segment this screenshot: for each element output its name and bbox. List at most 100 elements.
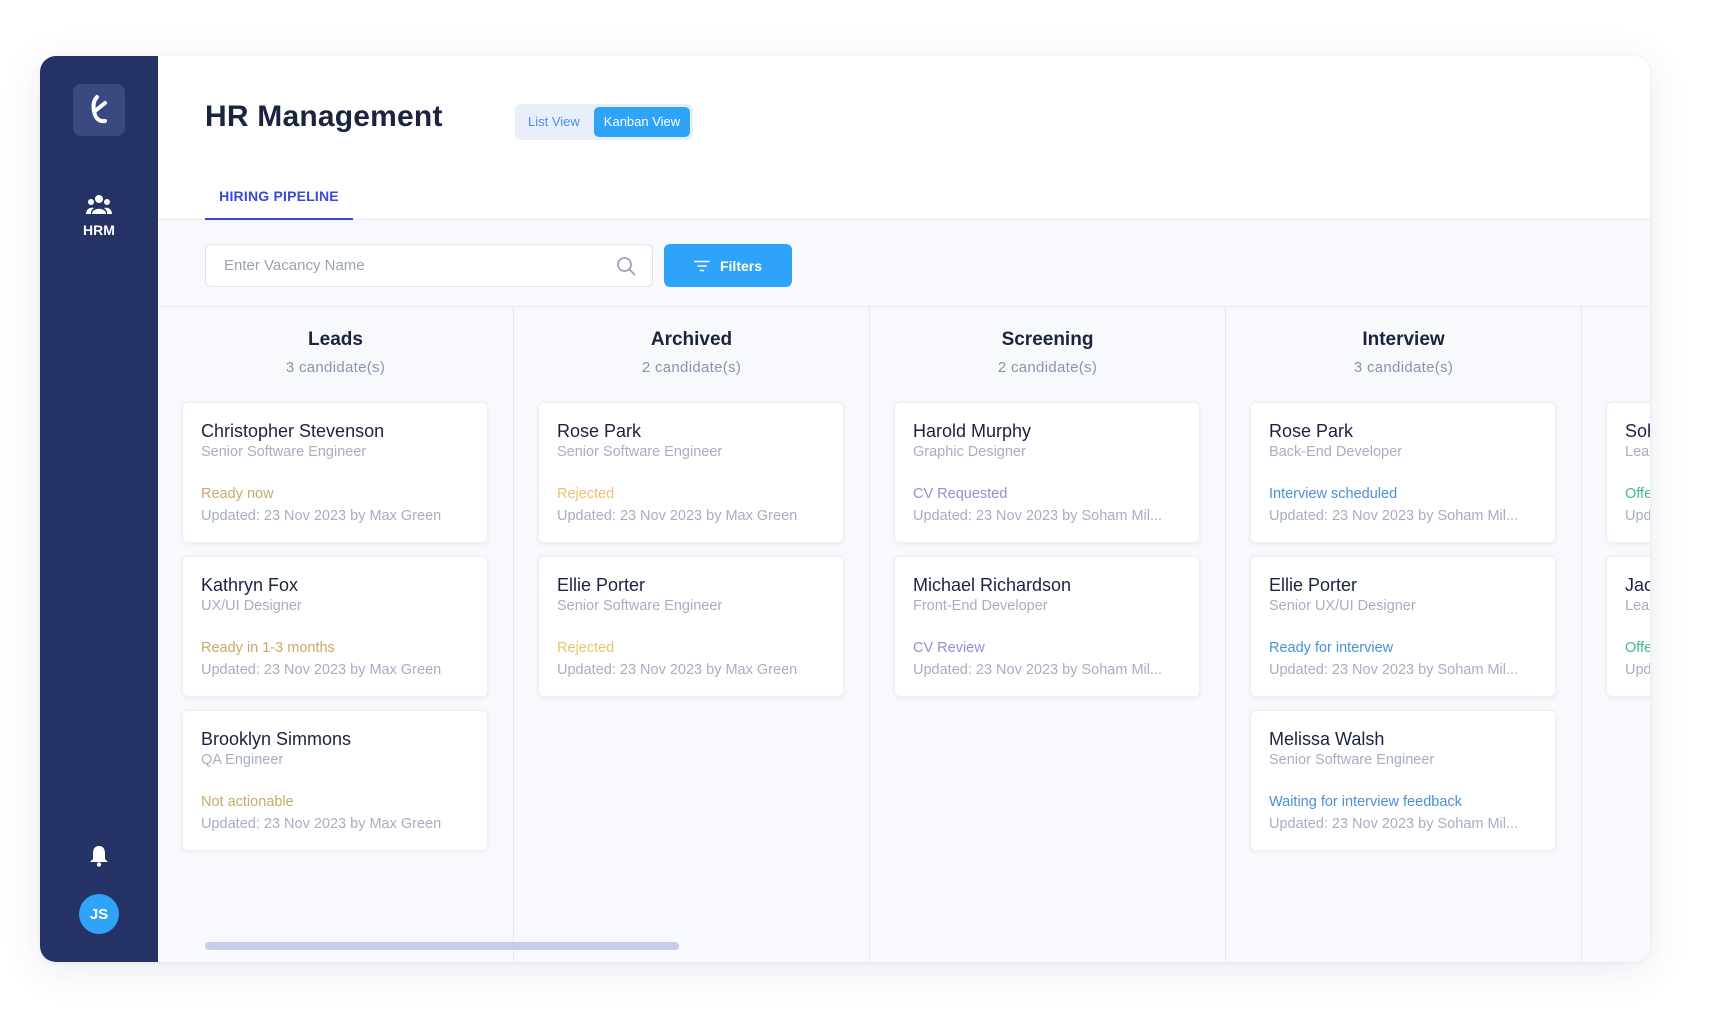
column-header: Archived 2 candidate(s) <box>514 329 869 376</box>
sidebar-item-label: HRM <box>83 222 115 238</box>
candidate-updated: Updated: 23 Nov 2023 by Soham Mil... <box>1269 508 1519 524</box>
filter-icon <box>694 260 710 271</box>
filters-button[interactable]: Filters <box>664 244 792 287</box>
candidate-card[interactable]: Soh Leac Offe Upd <box>1606 402 1650 543</box>
candidate-name: Soh <box>1625 421 1650 441</box>
candidate-card[interactable]: Rose Park Back-End Developer Interview sch… <box>1250 402 1556 543</box>
candidate-name: Rose Park <box>557 421 642 441</box>
column-title: Interview <box>1362 329 1445 350</box>
candidate-role: Senior Software Engineer <box>557 444 723 460</box>
candidate-updated: Updated: 23 Nov 2023 by Max Green <box>557 508 798 524</box>
brand-logo[interactable] <box>73 84 125 136</box>
kanban-column: Leads 3 candidate(s) Christopher Stevenson… <box>158 307 514 962</box>
candidate-updated: Upd <box>1625 508 1650 524</box>
column-title: Archived <box>650 329 733 350</box>
list-view-button[interactable]: List View <box>518 107 590 137</box>
candidate-role: Leac <box>1625 444 1650 460</box>
kanban-view-button[interactable]: Kanban View <box>593 107 691 137</box>
candidate-name: Melissa Walsh <box>1269 729 1385 749</box>
view-toggle: List View Kanban View <box>515 104 694 140</box>
candidate-status: Not actionable <box>201 794 294 810</box>
column-header: Screening 2 candidate(s) <box>870 329 1225 376</box>
search-input[interactable] <box>206 245 606 286</box>
brand-logo-icon <box>91 95 107 124</box>
column-title: Leads <box>308 329 363 350</box>
sidebar: HRM JS <box>40 56 158 962</box>
kanban-column: Interview 3 candidate(s) Rose Park Back-End… <box>1226 307 1582 962</box>
column-count: 2 candidate(s) <box>641 359 742 376</box>
candidate-name: Jac <box>1625 575 1650 595</box>
candidate-card[interactable]: Jac Leac Offe Upd <box>1606 556 1650 697</box>
candidate-status: CV Review <box>913 640 985 656</box>
vacancy-search <box>205 244 653 287</box>
candidate-updated: Updated: 23 Nov 2023 by Max Green <box>557 662 798 678</box>
candidate-name: Ellie Porter <box>557 575 646 595</box>
bell-icon[interactable] <box>87 844 111 868</box>
candidate-card[interactable]: Rose Park Senior Software Engineer Rejecte… <box>538 402 844 543</box>
column-count: 3 candidate(s) <box>1353 359 1454 376</box>
kanban-column: Archived 2 candidate(s) Rose Park Senior So… <box>514 307 870 962</box>
column-header <box>1582 329 1650 337</box>
page-title: HR Management <box>205 100 443 133</box>
candidate-card[interactable]: Kathryn Fox UX/UI Designer Ready in 1-3 mo… <box>182 556 488 697</box>
horizontal-scrollbar[interactable] <box>205 942 679 950</box>
kanban-column: Soh Leac Offe Upd Jac Leac Offe Upd <box>1582 307 1650 962</box>
column-count: 2 candidate(s) <box>997 359 1098 376</box>
candidate-status: Offe <box>1625 486 1650 502</box>
candidate-role: Senior Software Engineer <box>557 598 723 614</box>
candidate-name: Harold Murphy <box>913 421 1032 441</box>
app-window: HRM JS HR Management List View Kanban Vi… <box>40 56 1650 962</box>
column-title: Screening <box>1001 329 1094 350</box>
candidate-name: Brooklyn Simmons <box>201 729 352 749</box>
candidate-updated: Updated: 23 Nov 2023 by Soham Mil... <box>1269 816 1519 832</box>
candidate-card[interactable]: Ellie Porter Senior UX/UI Designer Ready f… <box>1250 556 1556 697</box>
candidate-updated: Updated: 23 Nov 2023 by Max Green <box>201 662 442 678</box>
candidate-status: Ready in 1-3 months <box>201 640 335 656</box>
candidate-updated: Updated: 23 Nov 2023 by Soham Mil... <box>1269 662 1519 678</box>
candidate-status: Ready now <box>201 486 274 502</box>
candidate-status: Offe <box>1625 640 1650 656</box>
candidate-name: Kathryn Fox <box>201 575 299 595</box>
candidate-role: QA Engineer <box>201 752 284 768</box>
avatar[interactable]: JS <box>79 894 119 934</box>
candidate-status: Waiting for interview feedback <box>1269 794 1462 810</box>
team-icon <box>86 195 112 214</box>
candidate-role: Senior UX/UI Designer <box>1269 598 1416 614</box>
sidebar-item-hrm[interactable]: HRM <box>40 194 158 254</box>
candidate-name: Christopher Stevenson <box>201 421 385 441</box>
candidate-role: UX/UI Designer <box>201 598 302 614</box>
candidate-card[interactable]: Ellie Porter Senior Software Engineer Reje… <box>538 556 844 697</box>
main-content: HR Management List View Kanban View HIRI… <box>158 56 1650 962</box>
candidate-role: Graphic Designer <box>913 444 1026 460</box>
candidate-name: Rose Park <box>1269 421 1354 441</box>
candidate-status: Ready for interview <box>1269 640 1394 656</box>
candidate-role: Back-End Developer <box>1269 444 1402 460</box>
candidate-card[interactable]: Harold Murphy Graphic Designer CV Requeste… <box>894 402 1200 543</box>
candidate-card[interactable]: Christopher Stevenson Senior Software Eng… <box>182 402 488 543</box>
tab-hiring-pipeline[interactable]: HIRING PIPELINE <box>205 188 353 220</box>
candidate-name: Michael Richardson <box>913 575 1072 595</box>
candidate-role: Senior Software Engineer <box>1269 752 1435 768</box>
column-header: Leads 3 candidate(s) <box>158 329 513 376</box>
kanban-board: Leads 3 candidate(s) Christopher Stevenson… <box>158 307 1650 962</box>
filters-label: Filters <box>719 257 762 274</box>
kanban-column: Screening 2 candidate(s) Harold Murphy Grap… <box>870 307 1226 962</box>
candidate-card[interactable]: Brooklyn Simmons QA Engineer Not actionabl… <box>182 710 488 851</box>
candidate-status: Rejected <box>557 486 615 502</box>
search-icon[interactable] <box>616 256 636 276</box>
candidate-updated: Updated: 23 Nov 2023 by Max Green <box>201 816 442 832</box>
candidate-role: Leac <box>1625 598 1650 614</box>
candidate-updated: Updated: 23 Nov 2023 by Soham Mil... <box>913 662 1163 678</box>
candidate-role: Front-End Developer <box>913 598 1048 614</box>
candidate-status: Interview scheduled <box>1269 486 1398 502</box>
column-count: 3 candidate(s) <box>285 359 386 376</box>
candidate-updated: Upd <box>1625 662 1650 678</box>
candidate-status: CV Requested <box>913 486 1008 502</box>
candidate-card[interactable]: Melissa Walsh Senior Software Engineer Wai… <box>1250 710 1556 851</box>
column-header: Interview 3 candidate(s) <box>1226 329 1581 376</box>
candidate-role: Senior Software Engineer <box>201 444 367 460</box>
page-header: HR Management List View Kanban View HIRI… <box>158 56 1650 220</box>
candidate-updated: Updated: 23 Nov 2023 by Max Green <box>201 508 442 524</box>
candidate-updated: Updated: 23 Nov 2023 by Soham Mil... <box>913 508 1163 524</box>
candidate-card[interactable]: Michael Richardson Front-End Developer CV … <box>894 556 1200 697</box>
